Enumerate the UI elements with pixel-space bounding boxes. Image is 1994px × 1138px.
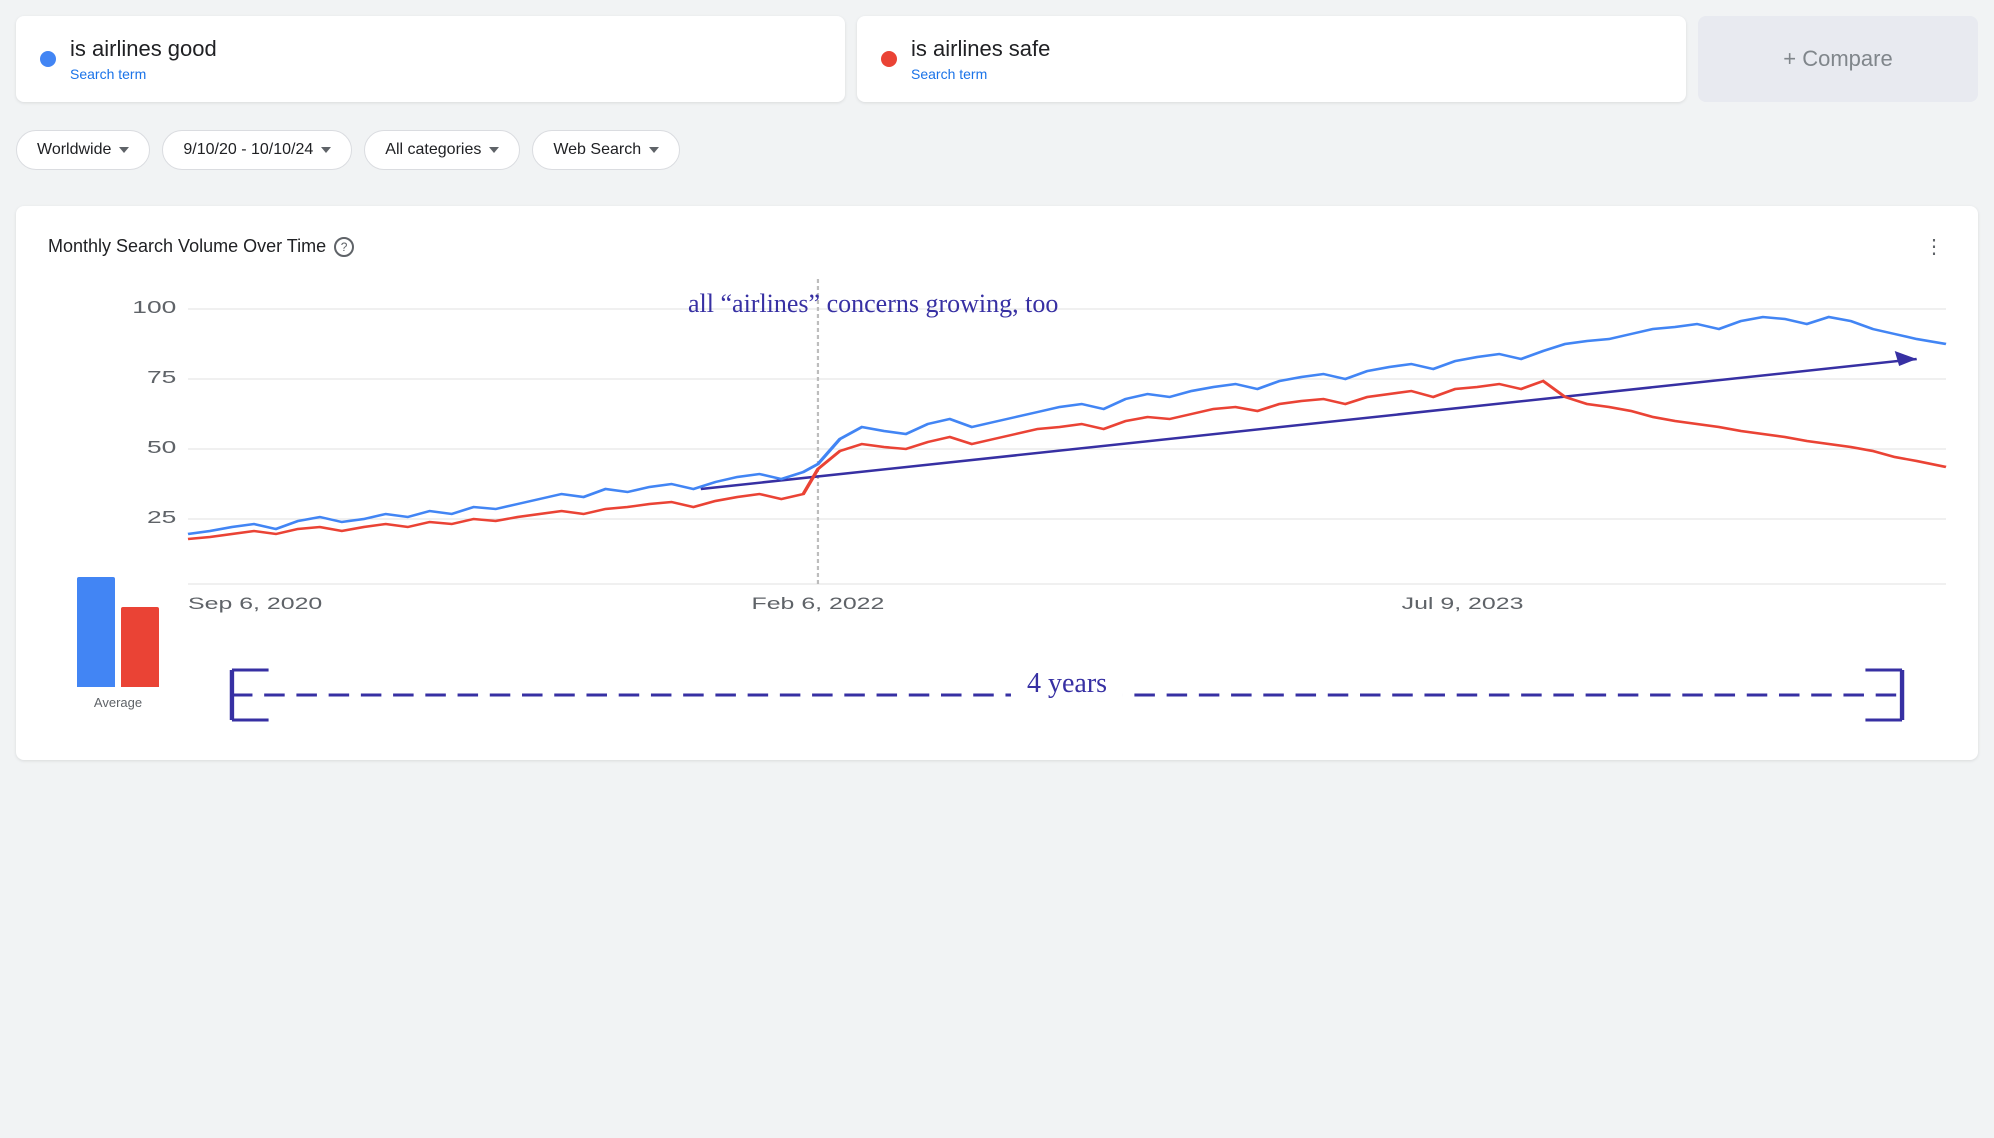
svg-text:100: 100 <box>132 297 176 317</box>
term1-info: is airlines good Search term <box>70 36 217 82</box>
date-chevron-icon <box>321 147 331 153</box>
compare-text: + Compare <box>1783 46 1892 72</box>
compare-card[interactable]: + Compare <box>1698 16 1978 102</box>
location-chevron-icon <box>119 147 129 153</box>
search-term-card-1[interactable]: is airlines good Search term <box>16 16 845 102</box>
line-chart-wrapper: 100 75 50 25 Sep 6, 2020 Feb 6, 2022 Jul… <box>188 279 1946 740</box>
location-filter[interactable]: Worldwide <box>16 130 150 170</box>
search-type-chevron-icon <box>649 147 659 153</box>
search-term-card-2[interactable]: is airlines safe Search term <box>857 16 1686 102</box>
category-filter[interactable]: All categories <box>364 130 520 170</box>
svg-text:Feb 6, 2022: Feb 6, 2022 <box>752 594 885 613</box>
chart-title-text: Monthly Search Volume Over Time <box>48 236 326 257</box>
svg-text:75: 75 <box>147 367 176 387</box>
location-label: Worldwide <box>37 141 111 159</box>
avg-bar-group <box>77 547 159 687</box>
svg-text:50: 50 <box>147 437 176 457</box>
years-annotation: 4 years <box>188 640 1946 740</box>
chart-container: Average 100 75 50 25 <box>48 279 1946 740</box>
chart-title: Monthly Search Volume Over Time ? <box>48 236 354 257</box>
term1-dot <box>40 51 56 67</box>
chart-section: Monthly Search Volume Over Time ? ⋮ Aver… <box>16 206 1978 760</box>
search-type-label: Web Search <box>553 141 641 159</box>
term2-info: is airlines safe Search term <box>911 36 1050 82</box>
term1-label: Search term <box>70 66 217 82</box>
term2-label: Search term <box>911 66 1050 82</box>
svg-text:25: 25 <box>147 507 176 527</box>
four-years-label: 4 years <box>1011 668 1123 700</box>
category-label: All categories <box>385 141 481 159</box>
term1-name: is airlines good <box>70 36 217 62</box>
category-chevron-icon <box>489 147 499 153</box>
svg-text:Sep 6, 2020: Sep 6, 2020 <box>188 594 322 613</box>
avg-bar-red <box>121 607 159 687</box>
search-terms-row: is airlines good Search term is airlines… <box>16 16 1978 102</box>
svg-text:Jul 9, 2023: Jul 9, 2023 <box>1402 594 1524 613</box>
more-options-icon[interactable]: ⋮ <box>1924 234 1946 259</box>
avg-bar-blue <box>77 577 115 687</box>
search-type-filter[interactable]: Web Search <box>532 130 680 170</box>
red-line <box>188 381 1946 539</box>
date-label: 9/10/20 - 10/10/24 <box>183 141 313 159</box>
date-filter[interactable]: 9/10/20 - 10/10/24 <box>162 130 352 170</box>
term2-name: is airlines safe <box>911 36 1050 62</box>
help-icon[interactable]: ? <box>334 237 354 257</box>
chart-header: Monthly Search Volume Over Time ? ⋮ <box>48 234 1946 259</box>
line-chart-svg: 100 75 50 25 Sep 6, 2020 Feb 6, 2022 Jul… <box>188 279 1946 619</box>
term2-dot <box>881 51 897 67</box>
filters-row: Worldwide 9/10/20 - 10/10/24 All categor… <box>16 118 1978 182</box>
avg-label: Average <box>94 695 142 710</box>
